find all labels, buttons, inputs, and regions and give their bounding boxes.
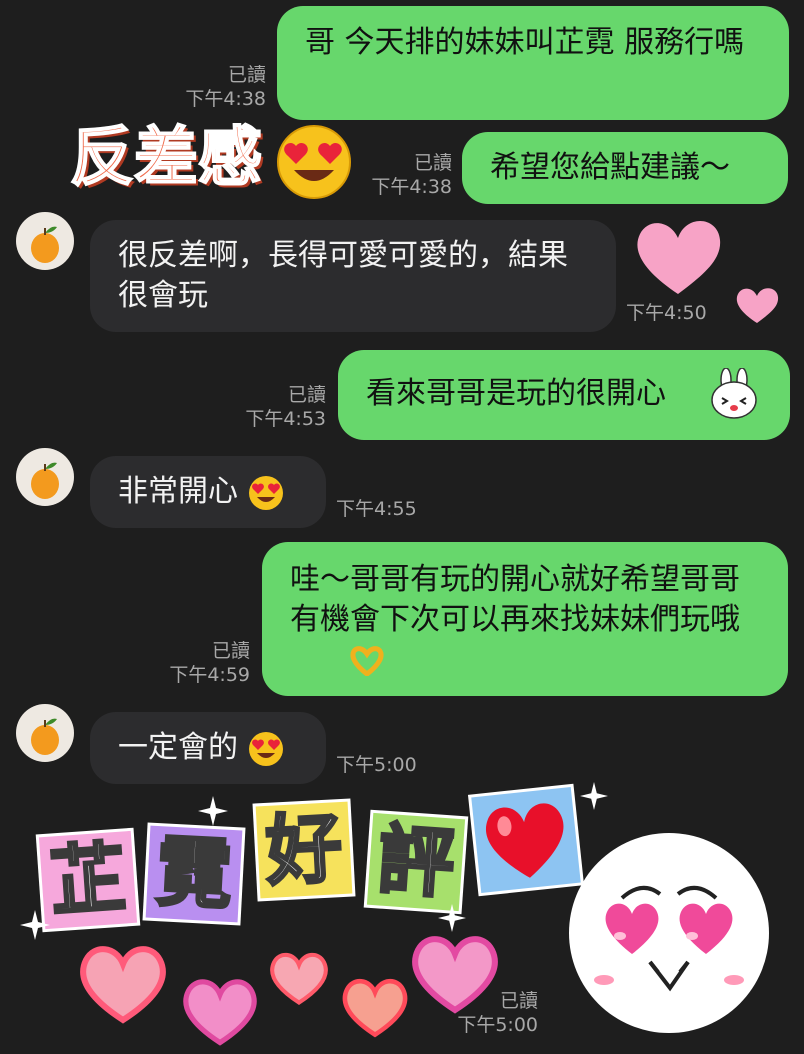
message-time: 下午4:38	[371, 176, 452, 198]
contact-avatar[interactable]	[16, 704, 74, 762]
message-time: 下午5:00	[336, 754, 417, 776]
message-text: 一定會的	[118, 730, 238, 765]
message-text: 很反差啊，長得可愛可愛的，結果很會玩	[118, 238, 568, 313]
message-time: 下午4:50	[626, 302, 707, 324]
orange-avatar-icon	[31, 718, 59, 755]
message-text: 哇～哥哥有玩的開心就好希望哥哥有機會下次可以再來找妹妹們玩哦	[290, 562, 740, 637]
sparkle-icon	[20, 910, 50, 940]
review-sticker-char: 芷	[38, 830, 138, 930]
contrast-sticker[interactable]: 反差感	[69, 118, 370, 202]
heart-sticker-icon	[342, 979, 408, 1038]
heart-sticker-icon	[80, 946, 166, 1024]
bunny-sticker-icon	[711, 368, 757, 419]
orange-avatar-icon	[31, 226, 59, 263]
message-time: 下午5:00	[457, 1014, 538, 1036]
contact-avatar[interactable]	[16, 448, 74, 506]
message-bubble-outgoing[interactable]: 希望您給點建議～	[462, 132, 788, 204]
message-text: 哥 今天排的妹妹叫芷霓 服務行嗎	[305, 25, 745, 60]
contrast-sticker-text: 反差感	[69, 121, 263, 195]
heart-sticker-icon	[637, 220, 721, 294]
review-sticker-char: 好	[255, 802, 353, 899]
read-receipt: 已讀	[413, 152, 452, 174]
heart-eyes-emoji-icon	[248, 475, 283, 510]
heart-sticker-icon	[183, 979, 257, 1046]
heart-sticker-icon	[736, 288, 779, 323]
orange-avatar-icon	[31, 462, 59, 499]
message-time: 下午4:59	[169, 664, 250, 686]
heart-hands-emoji-icon	[350, 646, 384, 676]
read-receipt: 已讀	[211, 640, 250, 662]
sparkle-icon	[580, 782, 608, 810]
message-bubble-outgoing[interactable]: 哇～哥哥有玩的開心就好希望哥哥有機會下次可以再來找妹妹們玩哦	[262, 542, 788, 696]
read-receipt: 已讀	[287, 384, 326, 406]
message-time: 下午4:55	[336, 498, 417, 520]
message-bubble-incoming[interactable]: 一定會的	[90, 712, 326, 784]
heart-eyes-face-sticker-icon[interactable]	[566, 830, 772, 1036]
review-sticker-char: 評	[366, 812, 466, 912]
contact-avatar[interactable]	[16, 212, 74, 270]
heart-eyes-emoji-icon	[248, 731, 283, 766]
heart-badge	[471, 787, 581, 893]
message-text: 非常開心	[118, 474, 238, 509]
message-time: 下午4:38	[185, 88, 266, 110]
message-bubble-outgoing[interactable]: 看來哥哥是玩的很開心	[338, 350, 790, 440]
message-text: 看來哥哥是玩的很開心	[366, 376, 666, 411]
message-bubble-incoming[interactable]: 很反差啊，長得可愛可愛的，結果很會玩	[90, 220, 616, 332]
read-receipt: 已讀	[227, 64, 266, 86]
heart-sticker-icon	[270, 952, 328, 1006]
message-text: 希望您給點建議～	[490, 150, 730, 185]
heart-sticker-icon	[485, 803, 564, 878]
read-receipt: 已讀	[499, 990, 538, 1012]
message-bubble-incoming[interactable]: 非常開心	[90, 456, 326, 528]
message-time: 下午4:53	[245, 408, 326, 430]
sparkle-icon	[438, 904, 466, 932]
review-sticker-char: 霓	[145, 826, 243, 923]
sparkle-icon	[198, 796, 228, 826]
message-bubble-outgoing[interactable]: 哥 今天排的妹妹叫芷霓 服務行嗎	[277, 6, 789, 120]
